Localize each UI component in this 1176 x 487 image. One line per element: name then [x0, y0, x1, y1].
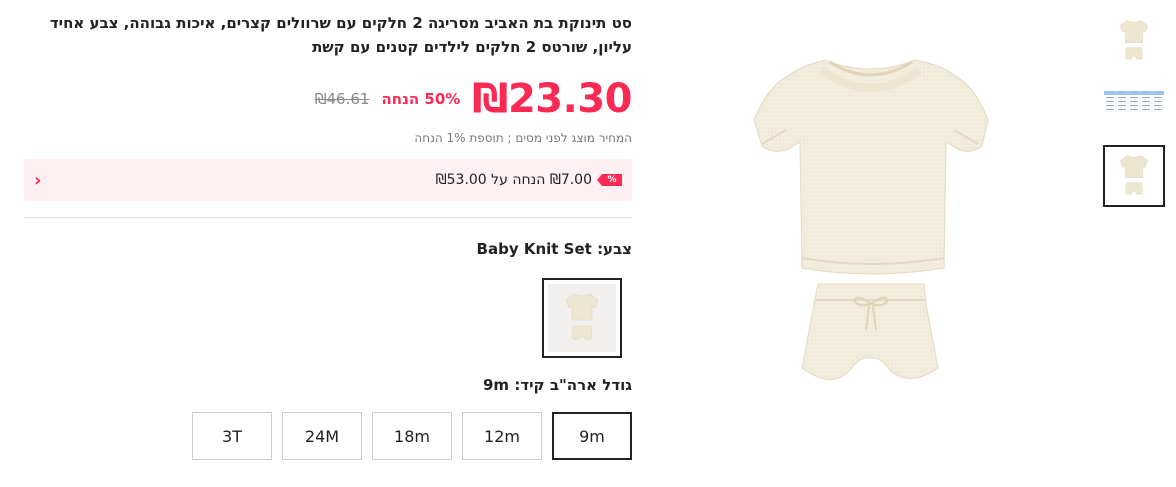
percent-tag-icon: % [597, 174, 622, 186]
color-swatch-baby-knit-set[interactable] [542, 278, 622, 358]
swatch-image [548, 284, 616, 352]
knit-set-image [753, 59, 989, 380]
color-value: Baby Knit Set [476, 240, 592, 258]
size-options: 9m 12m 18m 24M 3T [24, 412, 632, 460]
color-label: צבע: [597, 240, 632, 258]
tax-note: המחיר מוצג לפני מסים ; תוספת 1% הנחה [414, 131, 632, 145]
product-info-panel: סט תינוקת בת האביב מסריגה 2 חלקים עם שרו… [24, 0, 632, 460]
main-product-image[interactable] [700, 0, 1040, 487]
size-option-9m[interactable]: 9m [552, 412, 632, 460]
size-chart-image [1104, 91, 1164, 113]
promo-banner[interactable]: % ₪7.00 הנחה על ₪53.00 ‹ [24, 159, 632, 201]
thumbnail-2-size-chart[interactable] [1103, 72, 1165, 132]
size-option-12m[interactable]: 12m [462, 412, 542, 460]
divider [24, 217, 632, 218]
size-option-3t[interactable]: 3T [192, 412, 272, 460]
swatch-outfit-image [565, 293, 599, 340]
current-price: ₪23.30 [472, 76, 632, 122]
original-price: ₪46.61 [314, 90, 370, 108]
promo-text: ₪7.00 הנחה על ₪53.00 [435, 172, 592, 188]
price-row: ₪23.30 50% הנחה ₪46.61 [24, 69, 633, 129]
color-label-row: צבע: Baby Knit Set [24, 240, 632, 258]
thumbnail-outfit-image [1120, 155, 1148, 195]
size-label-row: גודל ארה"ב קיד: 9m [24, 376, 632, 394]
size-value: 9m [483, 376, 510, 394]
product-title: סט תינוקת בת האביב מסריגה 2 חלקים עם שרו… [49, 14, 632, 56]
size-label: גודל ארה"ב קיד: [514, 376, 632, 394]
chevron-left-icon: ‹ [34, 169, 42, 191]
thumbnail-1[interactable] [1103, 10, 1165, 72]
thumbnail-strip [1103, 0, 1165, 207]
size-option-24m[interactable]: 24M [282, 412, 362, 460]
thumbnail-outfit-image [1120, 20, 1148, 60]
discount-label: 50% הנחה [381, 90, 461, 108]
thumbnail-3-selected[interactable] [1103, 145, 1165, 207]
size-option-18m[interactable]: 18m [372, 412, 452, 460]
